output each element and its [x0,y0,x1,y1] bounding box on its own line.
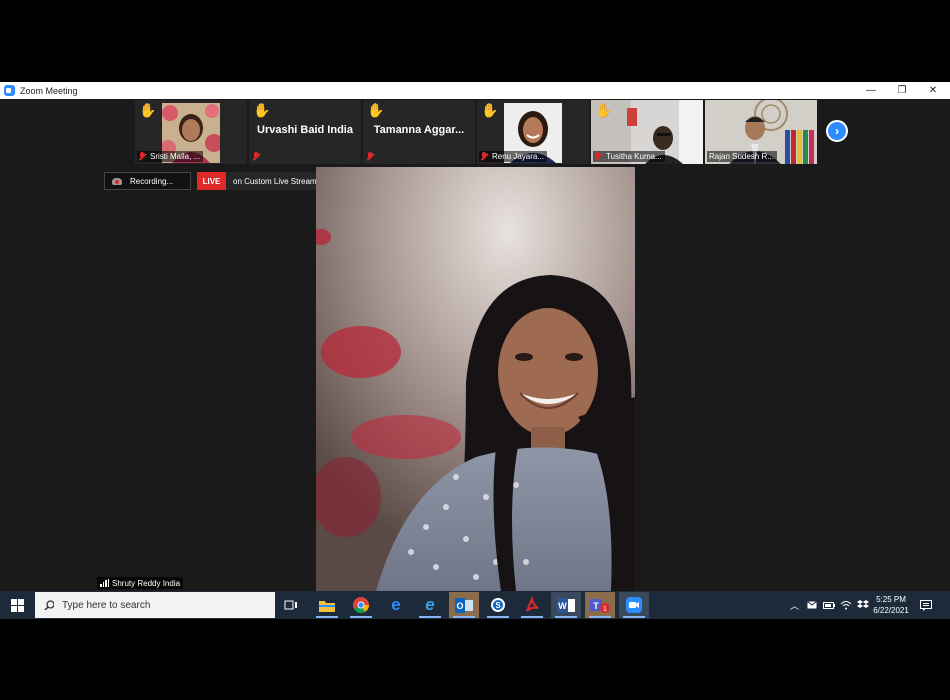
raised-hand-icon: ✋ [253,102,271,118]
search-icon [44,600,54,610]
chevron-right-icon: › [835,124,839,138]
clock-date: 6/22/2021 [873,606,909,615]
chrome-button[interactable] [346,592,376,618]
raised-hand-icon: ✋ [481,102,499,118]
participant-tile[interactable]: ✋ Urvashi Baid India [249,100,361,164]
live-badge: LIVE [197,172,226,190]
raised-hand-icon: ✋ [595,102,613,118]
mail-tray-button[interactable] [803,591,820,619]
taskbar-search-box[interactable]: Type here to search [35,592,275,618]
raised-hand-icon: ✋ [139,102,157,118]
outlook-icon: O [455,597,473,613]
participant-name: Tusitha Kuma... [606,152,662,161]
window-title: Zoom Meeting [20,85,78,96]
participant-name-tag [365,151,381,162]
system-tray: ︿ [786,591,871,619]
acrobat-icon [526,597,539,612]
speaker-video-frame [316,167,635,591]
acrobat-button[interactable] [517,592,547,618]
participant-name-large: Urvashi Baid India [257,124,353,136]
edge-icon: e [391,595,401,614]
participant-name: Rajan Sudesh R... [709,152,774,161]
battery-button[interactable] [820,591,837,619]
chevron-up-icon: ︿ [789,600,799,611]
next-page-button[interactable]: › [826,120,848,142]
svg-text:S: S [495,601,501,610]
close-icon: ✕ [928,85,938,96]
teams-icon: T 1 [590,599,610,613]
recording-indicator[interactable]: Recording... [104,172,191,190]
participant-name-tag: Tusitha Kuma... [593,151,665,162]
mic-muted-icon [480,152,488,161]
network-button[interactable] [837,591,854,619]
svg-text:O: O [456,601,463,611]
zoom-meeting-window: Zoom Meeting — ❐ ✕ ✋ Sristi Malla, ... ✋… [0,82,950,591]
participant-name-large: Tamanna Aggar... [373,124,465,136]
participant-name-tag: Sristi Malla, ... [137,151,204,162]
wifi-icon [840,601,851,610]
speaker-name-tag: Shruty Reddy India [97,577,184,589]
battery-icon [822,601,835,609]
windows-taskbar: Type here to search e e O S W T 1 ︿ 5:25… [0,591,950,619]
outlook-button[interactable]: O [449,592,479,618]
maximize-button[interactable]: ❐ [886,82,918,99]
recording-label: Recording... [130,176,174,186]
restore-icon: ❐ [897,85,907,96]
notification-icon [920,599,932,611]
participant-name-tag: Renu Jayara... [479,151,548,162]
zoom-app-icon [4,85,15,96]
task-view-button[interactable] [276,592,306,618]
mic-muted-icon [366,152,374,161]
word-icon: W [557,597,575,613]
raised-hand-icon: ✋ [367,102,385,118]
participant-tile[interactable]: ✋ Tamanna Aggar... [363,100,475,164]
folder-icon [319,600,335,612]
participant-strip: ✋ Sristi Malla, ... ✋ Urvashi Baid India… [0,99,950,167]
internet-explorer-button[interactable]: e [415,592,445,618]
clock-time: 5:25 PM [876,595,906,604]
skype-business-button[interactable]: S [483,592,513,618]
mic-muted-icon [252,152,260,161]
file-explorer-button[interactable] [312,592,342,618]
participant-name-tag [251,151,267,162]
zoom-button[interactable] [619,592,649,618]
mic-muted-icon [138,152,146,161]
minimize-icon: — [866,85,876,96]
participant-tile[interactable]: ✋ Tusitha Kuma... [591,100,703,164]
active-speaker-video [316,167,635,591]
zoom-icon [626,597,642,613]
chrome-icon [353,597,369,613]
mic-muted-icon [594,152,602,161]
taskbar-clock[interactable]: 5:25 PM 6/22/2021 [862,594,920,616]
teams-notification-badge: 1 [603,606,607,613]
participant-name-tag: Rajan Sudesh R... [707,151,777,162]
word-button[interactable]: W [551,592,581,618]
svg-text:W: W [558,601,567,611]
start-button[interactable] [0,591,35,619]
speaker-name: Shruty Reddy India [112,578,181,588]
teams-button[interactable]: T 1 [585,592,615,618]
cloud-record-icon [112,177,122,185]
svg-text:T: T [593,601,599,611]
participant-name: Renu Jayara... [492,152,545,161]
participant-tile[interactable]: ✋ Sristi Malla, ... [135,100,247,164]
internet-explorer-icon: e [425,595,435,614]
participant-tile[interactable]: Rajan Sudesh R... [705,100,817,164]
windows-logo-icon [11,598,24,612]
screen: Zoom Meeting — ❐ ✕ ✋ Sristi Malla, ... ✋… [0,0,950,700]
participant-name: Sristi Malla, ... [150,152,201,161]
search-placeholder: Type here to search [62,599,151,611]
participant-tile[interactable]: ✋ Renu Jayara... [477,100,589,164]
edge-button[interactable]: e [381,592,411,618]
show-hidden-icons-button[interactable]: ︿ [786,591,803,619]
task-view-icon [284,600,297,610]
skype-business-icon: S [491,598,505,612]
title-bar: Zoom Meeting — ❐ ✕ [0,82,950,99]
signal-strength-icon [100,579,109,587]
mail-icon [806,601,817,609]
minimize-button[interactable]: — [855,82,887,99]
close-button[interactable]: ✕ [917,82,949,99]
action-center-button[interactable] [918,597,934,613]
